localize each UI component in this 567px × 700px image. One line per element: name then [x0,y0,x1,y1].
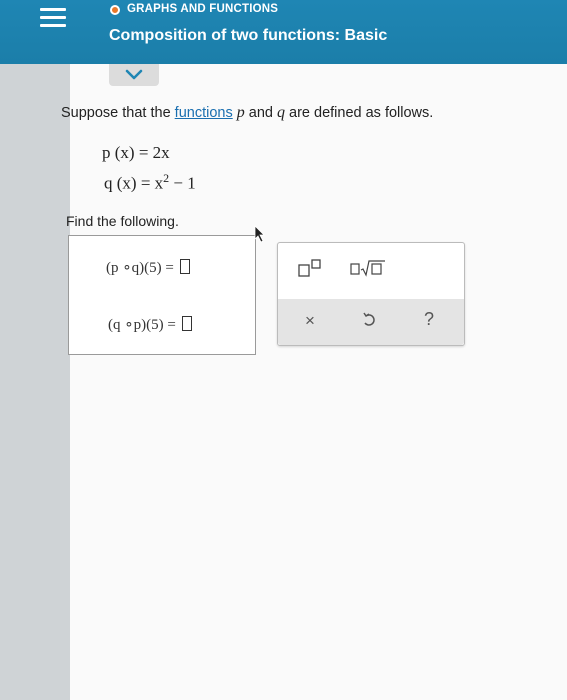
mouse-cursor-icon [254,225,265,243]
topic-status-icon [110,5,120,15]
var-q: q [277,104,285,121]
clear-button[interactable]: × [305,311,315,331]
eq2-end: − 1 [169,173,196,193]
chevron-down-icon [125,69,143,80]
square-root-icon[interactable] [350,259,386,277]
equation-q: q (x) = x2 − 1 [104,171,196,194]
eq2-start: q (x) = x [104,173,164,193]
page-title: Composition of two functions: Basic [109,27,388,44]
composition-qp-label: (q ∘p)(5) = [108,317,176,333]
menu-icon[interactable] [40,8,66,30]
header-bar: GRAPHS AND FUNCTIONS Composition of two … [0,0,567,64]
toolbar-actions: × ? [278,299,464,345]
functions-link[interactable]: functions [175,105,233,121]
intro-after: are defined as follows. [285,105,434,121]
answer-input-pq[interactable] [179,259,190,274]
composition-pq-label: (p ∘q)(5) = [106,260,174,276]
help-icon[interactable]: ? [424,309,434,330]
var-p: p [236,104,245,121]
topic-label: GRAPHS AND FUNCTIONS [127,3,279,15]
composition-qp: (q ∘p)(5) = [108,315,192,334]
answer-input-qp[interactable] [181,316,192,331]
find-instruction: Find the following. [66,213,179,229]
problem-intro: Suppose that the functions p and q are d… [61,104,433,122]
math-toolbar: × ? [277,242,465,346]
intro-and: and [244,105,277,121]
intro-text: Suppose that the [61,105,175,121]
composition-pq: (p ∘q)(5) = [106,258,190,277]
collapse-toggle[interactable] [109,64,159,86]
answer-area [68,235,256,355]
undo-icon[interactable] [362,312,376,328]
exponent-icon[interactable] [298,259,324,277]
equation-p: p (x) = 2x [102,143,170,162]
